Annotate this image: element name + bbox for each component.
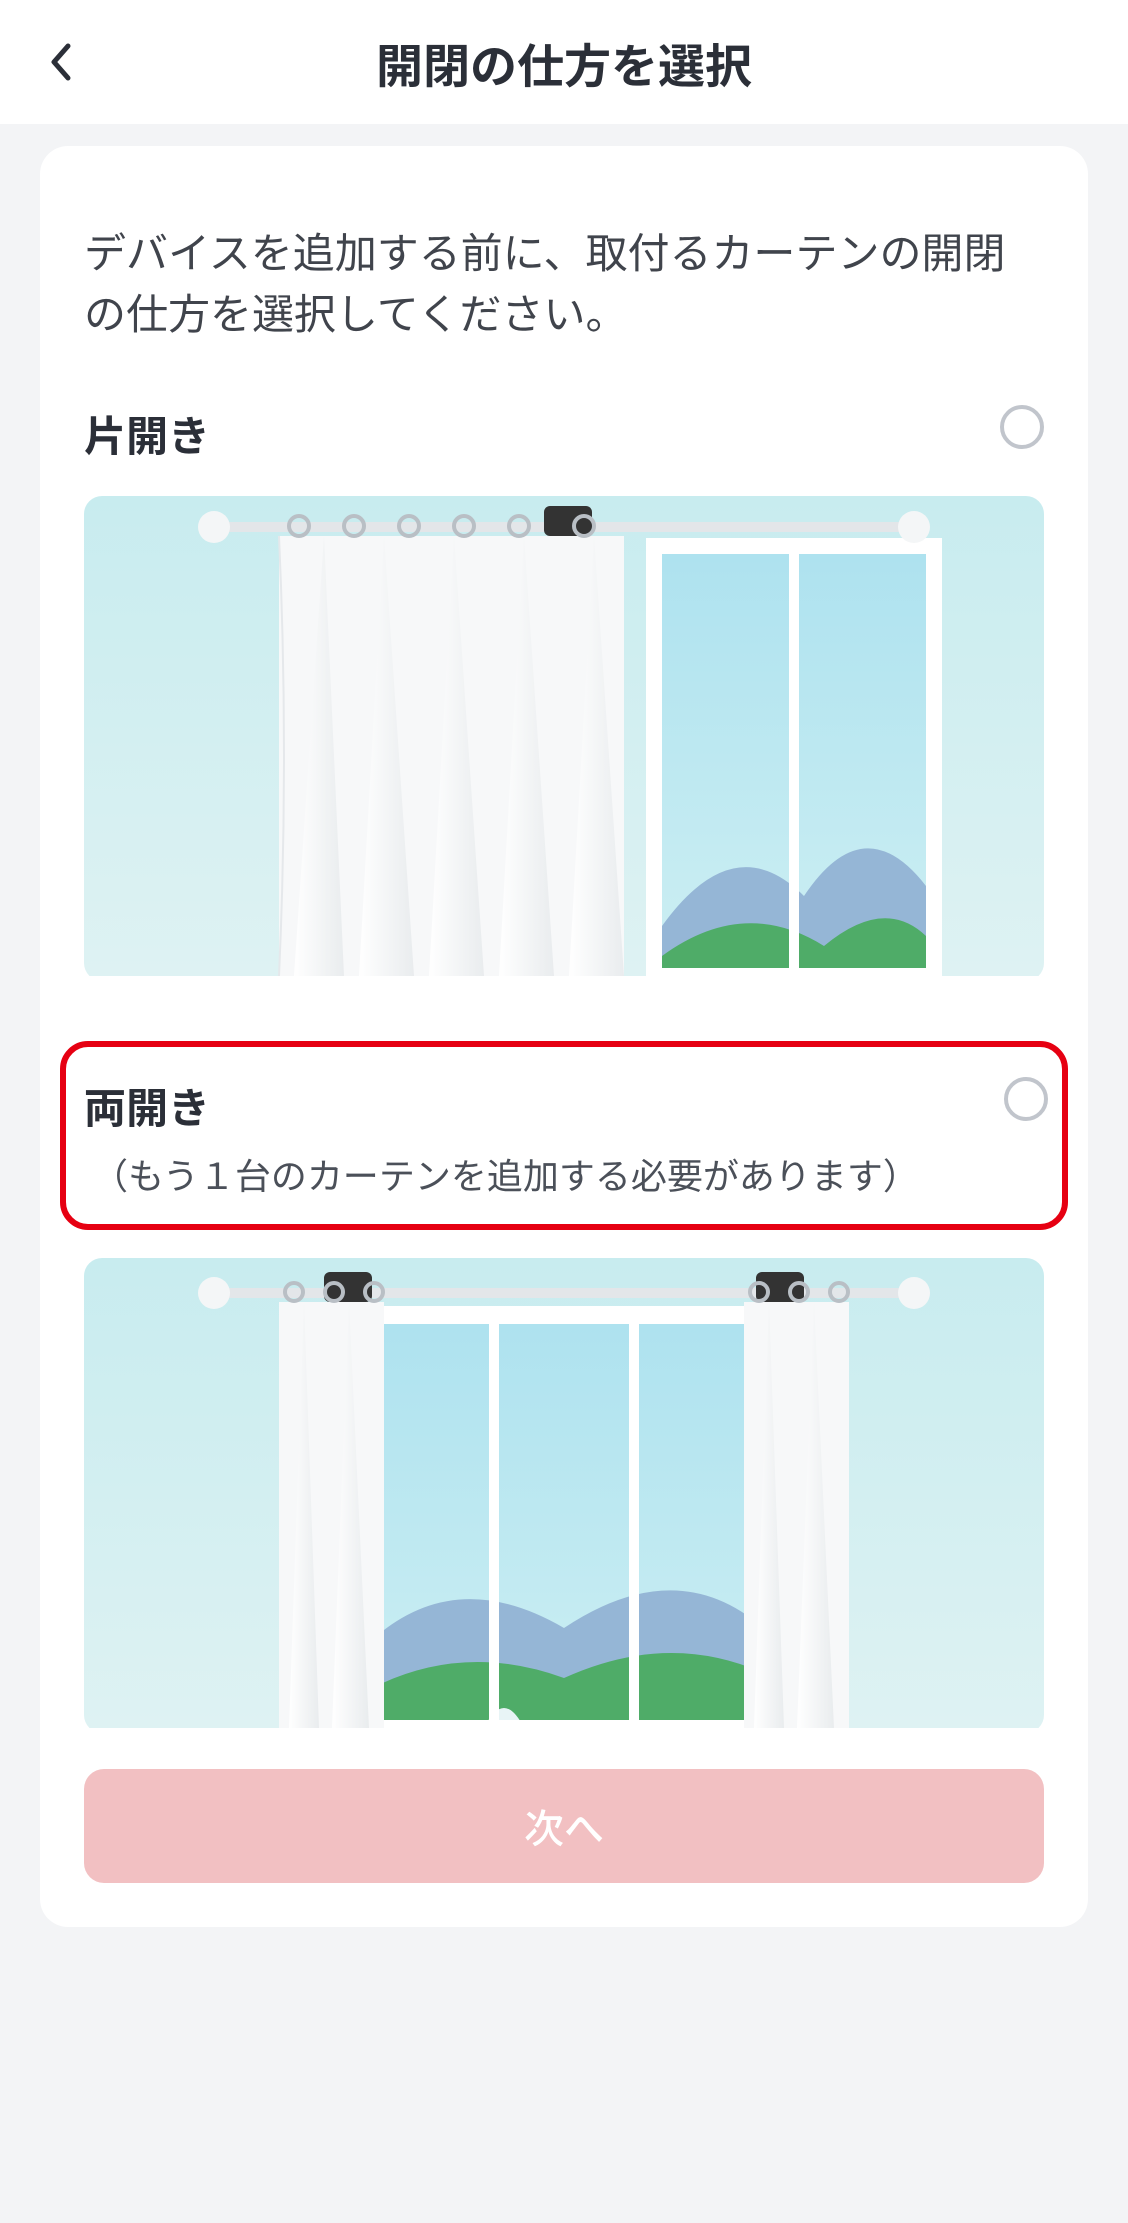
content-card: デバイスを追加する前に、取付るカーテンの開閉の仕方を選択してください。 片開き	[40, 146, 1088, 1927]
header-bar: 開閉の仕方を選択	[0, 0, 1128, 124]
curtain-option-single[interactable]: 片開き	[84, 403, 1044, 981]
radio-unchecked-icon[interactable]	[1004, 1077, 1048, 1121]
next-button[interactable]: 次へ	[84, 1769, 1044, 1883]
option-double-label: 両開き	[84, 1075, 919, 1136]
next-button-label: 次へ	[524, 1797, 604, 1855]
chevron-left-icon	[48, 42, 72, 82]
instruction-text: デバイスを追加する前に、取付るカーテンの開閉の仕方を選択してください。	[84, 221, 1044, 343]
option-double-illustration	[84, 1258, 1044, 1733]
curtain-option-double-highlight[interactable]: 両開き （もう１台のカーテンを追加する必要があります）	[60, 1041, 1068, 1230]
page-title: 開閉の仕方を選択	[376, 28, 752, 97]
option-single-illustration	[84, 496, 1044, 981]
option-single-label: 片開き	[84, 403, 210, 464]
option-double-sublabel: （もう１台のカーテンを追加する必要があります）	[84, 1148, 919, 1200]
back-button[interactable]	[38, 40, 82, 84]
radio-unchecked-icon[interactable]	[1000, 405, 1044, 449]
